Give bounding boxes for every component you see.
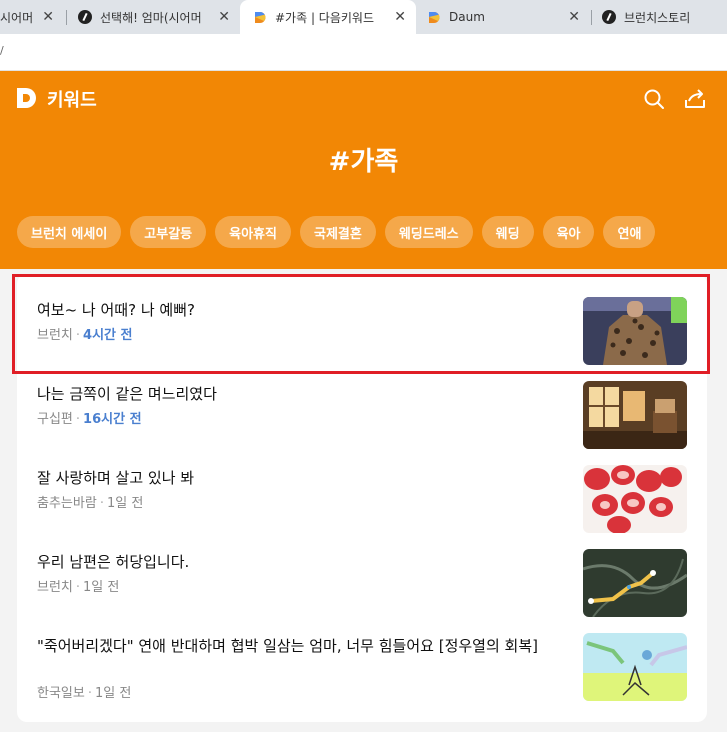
address-text: / [0, 44, 4, 57]
article-meta: 브런치 · 1일 전 [37, 580, 120, 595]
keyword-chip[interactable]: 육아 [542, 216, 595, 248]
article-item[interactable]: 잘 사랑하며 살고 있나 봐 춤추는바람 · 1일 전 [17, 442, 707, 533]
tab-separator [591, 10, 592, 25]
keyword-chip[interactable]: 국제결혼 [299, 216, 376, 248]
article-thumbnail[interactable] [583, 381, 687, 449]
article-time: 16시간 전 [83, 412, 142, 427]
article-headline[interactable]: 잘 사랑하며 살고 있나 봐 [37, 467, 557, 489]
article-item[interactable]: 우리 남편은 허당입니다. 브런치 · 1일 전 [17, 526, 707, 617]
article-source: 구십편 [37, 412, 73, 427]
keyword-chip[interactable]: 연애 [603, 216, 656, 248]
close-icon[interactable]: ✕ [568, 9, 580, 25]
article-item[interactable]: "죽어버리겠다" 연애 반대하며 협박 일삼는 엄마, 너무 힘들어요 [정우열… [17, 610, 707, 722]
share-icon[interactable] [683, 88, 707, 110]
article-time: 1일 전 [94, 686, 132, 701]
keyword-header: 키워드 #가족 브런치 에세이 고부갈등 육아휴직 국제결혼 웨딩드레스 웨딩 … [0, 71, 727, 269]
browser-tab-active[interactable]: #가족 | 다음키워드 ✕ [240, 0, 416, 34]
tab-title: 선택해! 엄마(시어머 [100, 10, 202, 25]
keyword-chip[interactable]: 웨딩 [481, 216, 534, 248]
daum-icon [254, 11, 267, 24]
address-bar[interactable]: / [0, 34, 727, 71]
related-keyword-chips: 브런치 에세이 고부갈등 육아휴직 국제결혼 웨딩드레스 웨딩 육아 연애 [17, 216, 656, 248]
article-meta: 춤추는바람 · 1일 전 [37, 496, 144, 511]
close-icon[interactable]: ✕ [394, 9, 406, 25]
article-meta: 구십편 · 16시간 전 [37, 412, 142, 427]
article-headline[interactable]: 나는 금쪽이 같은 며느리였다 [37, 383, 557, 405]
tab-title: #가족 | 다음키워드 [275, 10, 375, 25]
close-icon[interactable]: ✕ [218, 9, 230, 25]
daum-logo-icon[interactable] [16, 87, 38, 109]
browser-tab-3[interactable]: Daum ✕ [416, 0, 590, 34]
highlight-box [12, 274, 710, 374]
browser-tab-0[interactable]: 시어머 ✕ [0, 0, 64, 34]
article-time: 1일 전 [83, 580, 120, 595]
tab-title: Daum [449, 10, 485, 24]
tab-title: 브런치스토리 [624, 10, 691, 25]
keyword-chip[interactable]: 육아휴직 [215, 216, 291, 248]
keyword-chip[interactable]: 브런치 에세이 [17, 216, 122, 248]
article-thumbnail[interactable] [583, 633, 687, 701]
article-thumbnail[interactable] [583, 465, 687, 533]
tab-separator [66, 10, 67, 25]
keyword-title: #가족 [328, 147, 399, 177]
service-name[interactable]: 키워드 [47, 86, 97, 112]
brunch-icon [78, 10, 92, 24]
article-time: 1일 전 [106, 496, 144, 511]
article-headline[interactable]: 우리 남편은 허당입니다. [37, 551, 557, 573]
keyword-chip[interactable]: 웨딩드레스 [384, 216, 473, 248]
article-headline[interactable]: "죽어버리겠다" 연애 반대하며 협박 일삼는 엄마, 너무 힘들어요 [정우열… [37, 635, 557, 657]
browser-tab-4[interactable]: 브런치스토리 [600, 0, 727, 34]
browser-tab-strip: 시어머 ✕ 선택해! 엄마(시어머 ✕ #가족 | 다음키워드 ✕ Daum ✕… [0, 0, 727, 34]
daum-icon [428, 11, 441, 24]
article-source: 춤추는바람 [37, 496, 97, 511]
keyword-chip[interactable]: 고부갈등 [130, 216, 207, 248]
search-icon[interactable] [643, 88, 665, 110]
article-source: 한국일보 [37, 686, 85, 701]
article-source: 브런치 [37, 580, 73, 595]
browser-tab-1[interactable]: 선택해! 엄마(시어머 ✕ [78, 0, 240, 34]
tab-title: 시어머 [0, 10, 34, 25]
article-meta: 한국일보 · 1일 전 [37, 686, 132, 701]
brunch-icon [602, 10, 616, 24]
article-thumbnail[interactable] [583, 549, 687, 617]
close-icon[interactable]: ✕ [42, 9, 54, 25]
